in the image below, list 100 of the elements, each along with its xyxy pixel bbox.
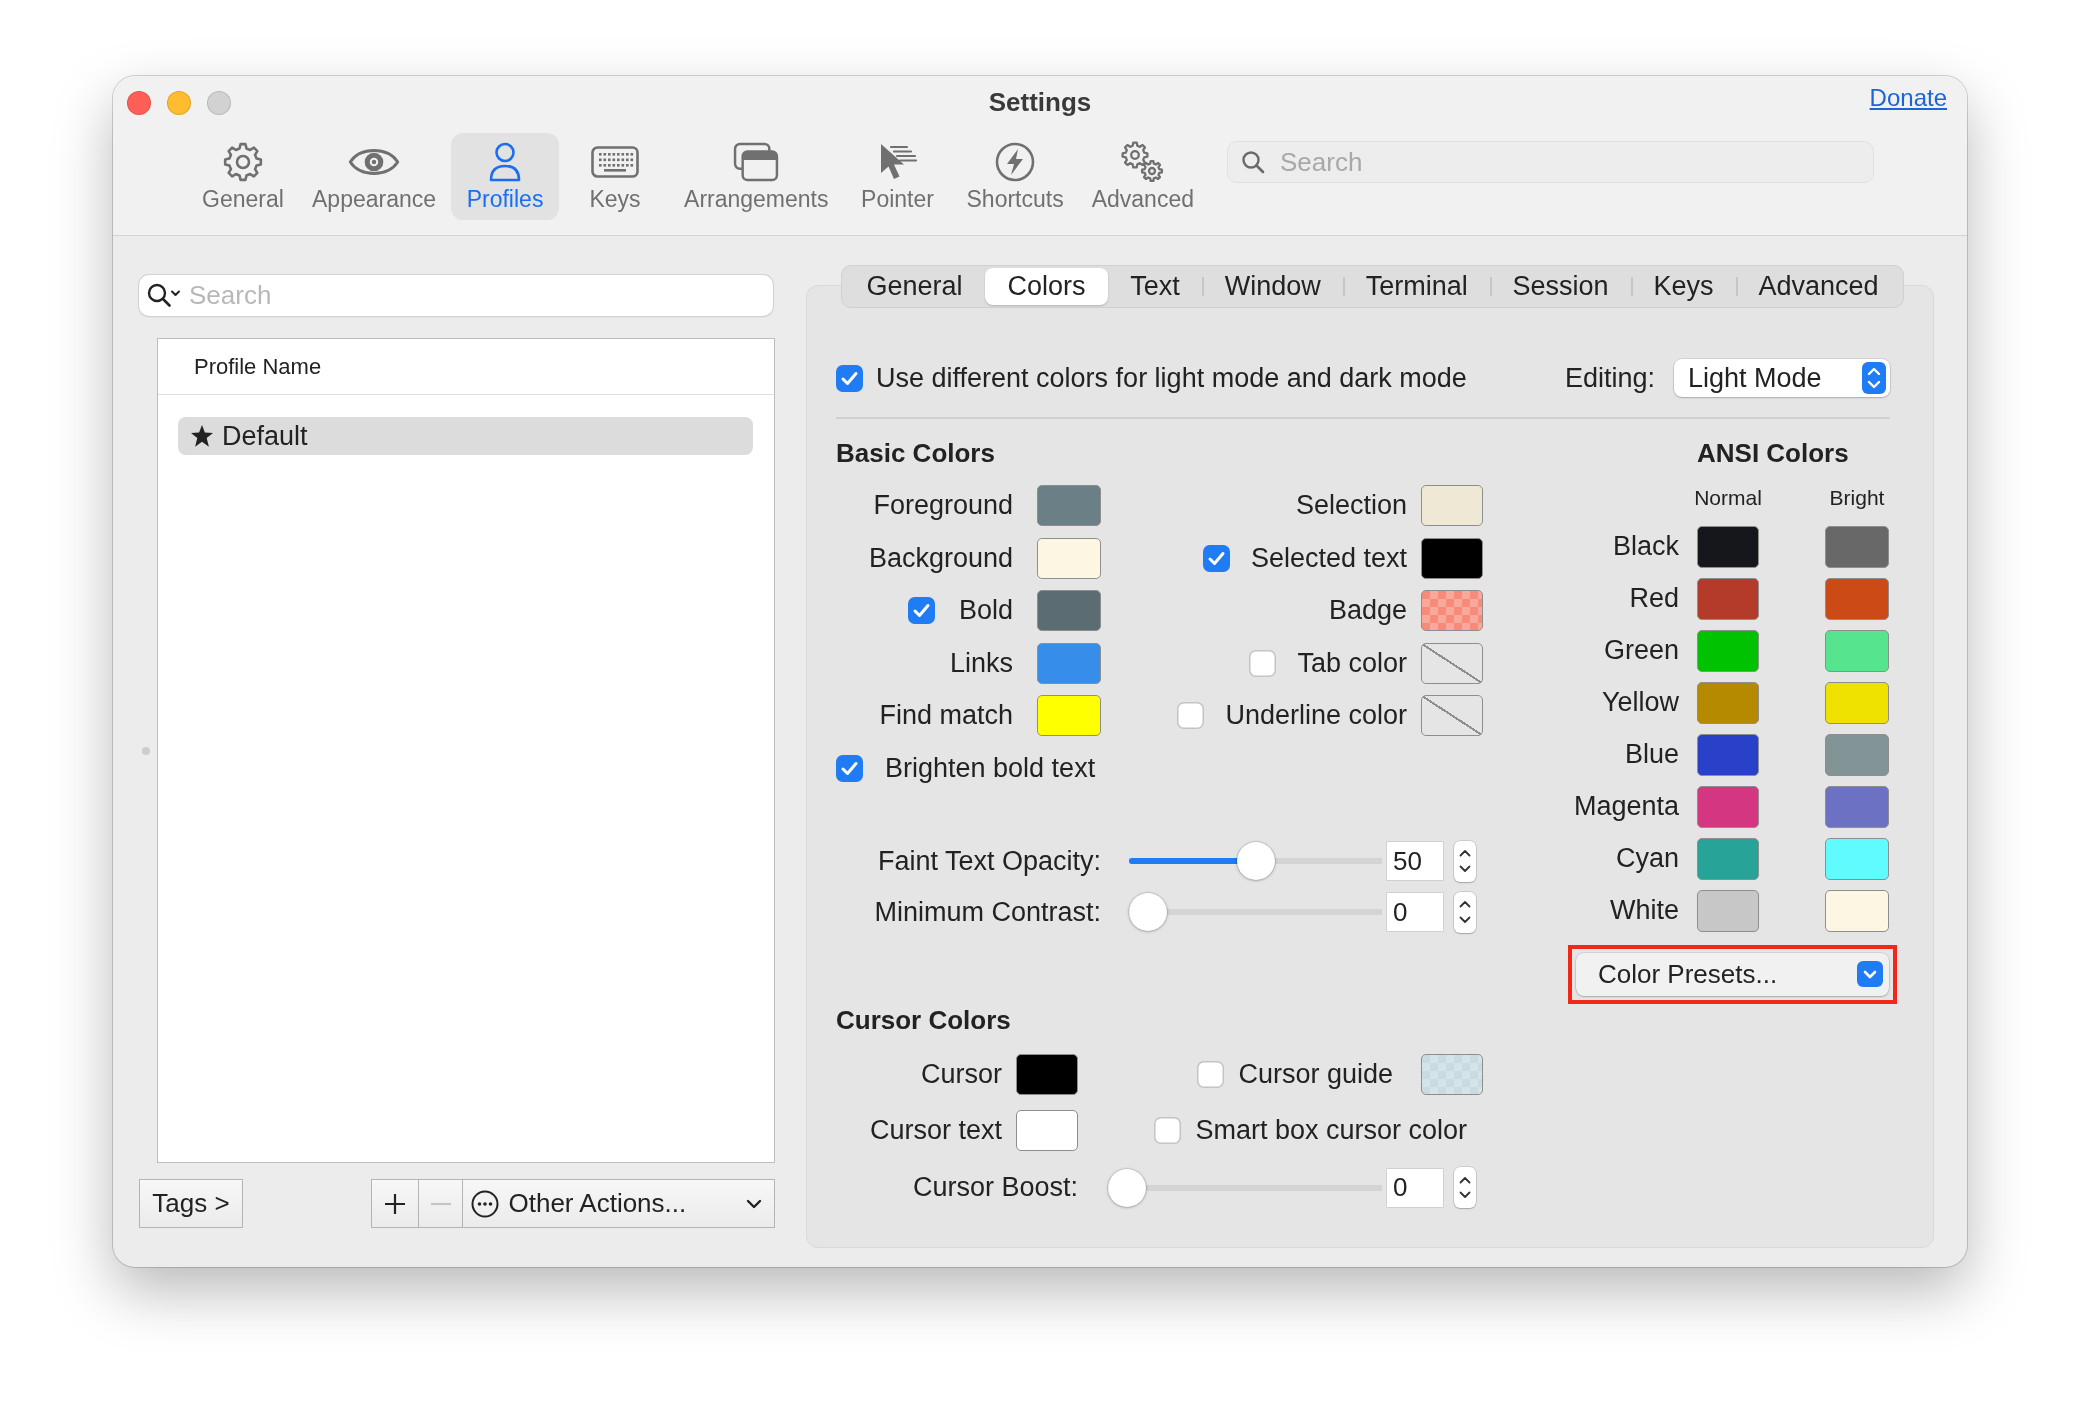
slider-thumb[interactable] bbox=[1236, 842, 1275, 880]
person-icon bbox=[488, 142, 523, 182]
tab[interactable]: Advanced bbox=[1736, 268, 1901, 305]
lightning-icon bbox=[995, 142, 1036, 182]
option-label: Use different colors for light mode and dark mode bbox=[876, 362, 1467, 394]
empty-color-swatch[interactable] bbox=[1421, 695, 1483, 737]
color-swatch[interactable] bbox=[1825, 525, 1889, 568]
color-label: Cyan bbox=[1615, 843, 1679, 874]
table-row[interactable]: Default bbox=[178, 417, 753, 455]
color-swatch[interactable] bbox=[1697, 733, 1759, 776]
close-button[interactable] bbox=[127, 91, 151, 115]
slider-thumb[interactable] bbox=[1108, 1168, 1146, 1207]
color-label: Links bbox=[949, 647, 1013, 679]
mode-dropdown[interactable]: Light Mode bbox=[1674, 359, 1890, 397]
toolbar-tab[interactable]: Appearance bbox=[299, 133, 450, 220]
color-label: Underline color bbox=[1225, 700, 1407, 732]
value-field[interactable]: 50 bbox=[1387, 842, 1443, 880]
color-swatch[interactable] bbox=[1421, 1054, 1483, 1095]
stepper[interactable] bbox=[1454, 1167, 1476, 1208]
empty-color-swatch[interactable] bbox=[1421, 642, 1483, 684]
color-swatch[interactable] bbox=[1697, 629, 1759, 672]
color-swatch[interactable] bbox=[1037, 590, 1101, 632]
color-label: Cursor guide bbox=[1238, 1059, 1393, 1090]
tab[interactable]: Colors bbox=[984, 268, 1108, 305]
color-swatch[interactable] bbox=[1825, 681, 1889, 724]
actions-dropdown[interactable]: Other Actions... bbox=[461, 1179, 775, 1228]
color-swatch[interactable] bbox=[1421, 590, 1483, 632]
tab[interactable]: Keys bbox=[1631, 268, 1736, 305]
toolbar-tab[interactable]: Pointer bbox=[843, 133, 952, 220]
stepper[interactable] bbox=[1454, 891, 1476, 933]
search-field[interactable]: Search bbox=[1227, 141, 1874, 183]
color-swatch[interactable] bbox=[1825, 785, 1889, 828]
search-icon[interactable] bbox=[147, 283, 181, 309]
toolbar-tab[interactable]: Arrangements bbox=[671, 133, 842, 220]
ellipsis-circle-icon bbox=[470, 1189, 499, 1218]
color-swatch[interactable] bbox=[1037, 642, 1101, 684]
color-swatch[interactable] bbox=[1037, 695, 1101, 737]
chevron-up-icon[interactable] bbox=[1459, 849, 1471, 858]
toolbar-tab[interactable]: General bbox=[189, 133, 297, 220]
toolbar-tab[interactable]: Advanced bbox=[1078, 133, 1207, 220]
color-swatch[interactable] bbox=[1697, 889, 1759, 932]
value-field[interactable]: 0 bbox=[1387, 893, 1443, 931]
color-swatch[interactable] bbox=[1016, 1110, 1078, 1151]
keyboard-icon bbox=[591, 146, 640, 178]
toolbar-tab[interactable]: Shortcuts bbox=[953, 133, 1077, 220]
chevron-down-icon[interactable] bbox=[1459, 864, 1471, 873]
color-swatch[interactable] bbox=[1825, 577, 1889, 620]
color-swatch[interactable] bbox=[1037, 537, 1101, 579]
checkbox[interactable] bbox=[907, 597, 935, 625]
chevron-up-icon[interactable] bbox=[1459, 900, 1471, 909]
checkbox[interactable] bbox=[1197, 1061, 1225, 1088]
tab[interactable]: Session bbox=[1490, 268, 1632, 305]
color-swatch[interactable] bbox=[1697, 525, 1759, 568]
column-header[interactable]: Profile Name bbox=[158, 339, 774, 395]
slider-label: Faint Text Opacity: bbox=[877, 845, 1101, 877]
checkbox[interactable] bbox=[1249, 649, 1277, 677]
checkbox[interactable] bbox=[1202, 544, 1230, 572]
tab[interactable]: Text bbox=[1107, 268, 1203, 305]
color-label: Black bbox=[1612, 531, 1679, 562]
color-swatch[interactable] bbox=[1825, 629, 1889, 672]
value-field[interactable]: 0 bbox=[1387, 1168, 1443, 1207]
chevron-up-icon[interactable] bbox=[1459, 1175, 1471, 1184]
checkbox[interactable] bbox=[1154, 1117, 1182, 1144]
toolbar-tab[interactable]: Keys bbox=[561, 133, 670, 220]
color-label: White bbox=[1609, 895, 1679, 926]
stepper[interactable] bbox=[1454, 840, 1476, 882]
color-label: Tab color bbox=[1297, 647, 1407, 679]
minimize-button[interactable] bbox=[167, 91, 191, 115]
color-swatch[interactable] bbox=[1825, 733, 1889, 776]
tab[interactable]: General bbox=[844, 268, 985, 305]
gear-icon bbox=[223, 142, 263, 182]
color-swatch[interactable] bbox=[1697, 577, 1759, 620]
search-field[interactable]: Search bbox=[139, 275, 773, 316]
chevron-down-icon[interactable] bbox=[1459, 915, 1471, 924]
column-header: Bright bbox=[1829, 485, 1885, 510]
add-button[interactable] bbox=[371, 1179, 419, 1228]
tab[interactable]: Window bbox=[1202, 268, 1344, 305]
color-swatch[interactable] bbox=[1037, 485, 1101, 527]
slider-thumb[interactable] bbox=[1129, 893, 1167, 931]
chevron-down-icon bbox=[745, 1198, 762, 1209]
plus-icon bbox=[384, 1192, 406, 1215]
checkbox[interactable] bbox=[1177, 702, 1205, 730]
color-swatch[interactable] bbox=[1421, 537, 1483, 579]
color-swatch[interactable] bbox=[1421, 485, 1483, 527]
color-swatch[interactable] bbox=[1825, 837, 1889, 880]
donate-link[interactable]: Donate bbox=[1869, 84, 1947, 112]
color-swatch[interactable] bbox=[1825, 889, 1889, 932]
color-swatch[interactable] bbox=[1016, 1054, 1078, 1095]
toolbar-tab[interactable]: Profiles bbox=[451, 133, 560, 220]
tags-button[interactable]: Tags > bbox=[139, 1179, 243, 1228]
color-label: Magenta bbox=[1573, 791, 1679, 822]
tab[interactable]: Terminal bbox=[1343, 268, 1491, 305]
color-swatch[interactable] bbox=[1697, 785, 1759, 828]
color-swatch[interactable] bbox=[1697, 837, 1759, 880]
color-label: Bold bbox=[958, 595, 1013, 627]
checkbox[interactable] bbox=[836, 364, 863, 392]
checkbox[interactable] bbox=[836, 754, 863, 782]
chevron-down-icon[interactable] bbox=[1459, 1191, 1471, 1200]
presets-dropdown[interactable]: Color Presets... bbox=[1576, 952, 1889, 996]
color-swatch[interactable] bbox=[1697, 681, 1759, 724]
